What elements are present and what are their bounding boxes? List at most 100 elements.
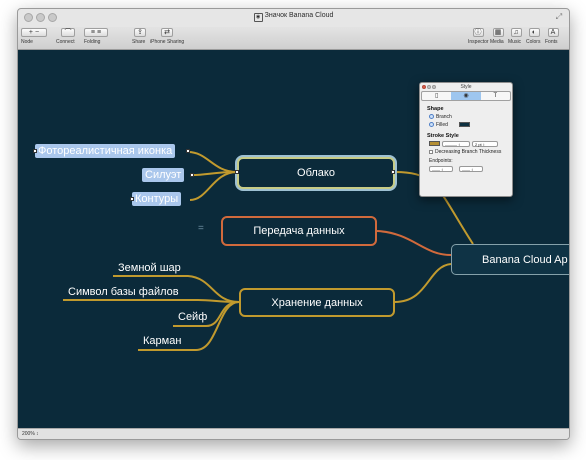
node-photo-left-handle[interactable]: [33, 149, 37, 153]
node-photo-icon[interactable]: Фотореалистичная иконка: [35, 144, 176, 158]
node-contours[interactable]: Контуры: [132, 192, 182, 206]
music-tool[interactable]: ♫ Music: [508, 28, 524, 45]
colors-icon: ◐: [531, 29, 537, 36]
decreasing-thickness-label: Decreasing Branch Thickness: [435, 148, 502, 155]
node-silhouette[interactable]: Силуэт: [142, 168, 185, 182]
tab-style[interactable]: ◉: [451, 92, 481, 100]
branch-label: Branch: [436, 113, 452, 120]
node-cloud[interactable]: Облако: [237, 157, 395, 189]
connect-tool[interactable]: ⌒ Connect: [56, 28, 80, 45]
style-panel-titlebar[interactable]: Style: [420, 83, 512, 91]
style-panel-minimize-button[interactable]: [427, 85, 431, 89]
fold-icon[interactable]: ≡: [91, 29, 95, 36]
fill-color-well[interactable]: [458, 122, 470, 127]
toolbar: + − Node ⌒ Connect ≡ ≡ Folding ⇪ Share ⇄…: [18, 27, 569, 50]
style-panel-zoom-button[interactable]: [432, 85, 436, 89]
link-cloud-photo: [187, 151, 238, 173]
endpoint-end-select[interactable]: —— ↕: [459, 165, 483, 172]
node-file-db[interactable]: Символ базы файлов: [68, 286, 179, 298]
filled-label: Filled: [436, 121, 448, 128]
tab-text[interactable]: T: [481, 92, 510, 100]
share-icon: ⇪: [137, 29, 143, 36]
node-safe[interactable]: Сейф: [178, 311, 207, 323]
stroke-row: ——— ↕ 2 pt ↕: [429, 140, 512, 147]
iphone-sharing-tool[interactable]: ⇄ iPhone Sharing: [150, 28, 184, 45]
branch-radio[interactable]: [429, 114, 434, 119]
node-contours-left-handle[interactable]: [130, 197, 134, 201]
toolbar-toggle-button[interactable]: ⤢: [554, 12, 564, 21]
media-tool-label: Media: [490, 39, 504, 45]
style-inspector-panel[interactable]: Style ▯ ◉ T Shape Branch Filled Stroke S…: [419, 82, 513, 197]
node-cloud-left-handle[interactable]: [235, 170, 239, 174]
share-tool-label: Share: [132, 39, 146, 45]
media-tool[interactable]: ▦ Media: [490, 28, 506, 45]
decreasing-thickness-option[interactable]: Decreasing Branch Thickness: [429, 148, 512, 155]
collapsed-branch-icon[interactable]: =: [198, 223, 204, 234]
folding-tool[interactable]: ≡ ≡ Folding: [84, 28, 108, 45]
status-bar: 200% ↕: [18, 428, 569, 439]
link-storage-filedb: [63, 299, 240, 303]
node-add-remove-buttons[interactable]: + −: [21, 28, 47, 37]
share-tool[interactable]: ⇪ Share: [132, 28, 148, 45]
iphone-sharing-tool-label: iPhone Sharing: [150, 39, 185, 45]
node-pocket[interactable]: Карман: [143, 335, 181, 347]
remove-node-icon[interactable]: −: [35, 29, 39, 36]
connect-tool-label: Connect: [56, 39, 75, 45]
inspector-icon: ⓘ: [474, 29, 482, 36]
folding-tool-label: Folding: [84, 39, 101, 45]
inspector-tool[interactable]: ⓘ Inspector: [468, 28, 489, 45]
document-icon: ◉: [253, 13, 263, 22]
inspector-tool-label: Inspector: [468, 39, 489, 45]
iphone-sharing-icon: ⇄: [164, 29, 170, 36]
style-panel-close-button[interactable]: [422, 85, 426, 89]
endpoints-row: —— ↕ —— ↕: [429, 165, 512, 172]
endpoint-start-select[interactable]: —— ↕: [429, 165, 453, 172]
colors-button[interactable]: ◐: [528, 28, 540, 37]
node-tool[interactable]: + − Node: [21, 28, 47, 45]
connect-button[interactable]: ⌒: [61, 28, 75, 37]
music-icon: ♫: [513, 29, 519, 36]
unfold-icon[interactable]: ≡: [97, 29, 101, 36]
colors-tool[interactable]: ◐ Colors: [526, 28, 542, 45]
node-cloud-right-handle[interactable]: [391, 170, 395, 174]
link-root-transfer: [376, 230, 452, 256]
stroke-style-heading: Stroke Style: [427, 133, 459, 139]
node-silhouette-right-handle[interactable]: [190, 173, 194, 177]
add-node-icon[interactable]: +: [29, 29, 33, 36]
iphone-sharing-button[interactable]: ⇄: [161, 28, 173, 37]
zoom-selector[interactable]: 200% ↕: [22, 431, 39, 437]
app-window: ◉ Значок Banana Cloud ⤢ + − Node ⌒ Connec…: [17, 8, 570, 440]
stroke-color-well[interactable]: [429, 141, 440, 146]
fonts-tool[interactable]: A Fonts: [545, 28, 561, 45]
stroke-width-select[interactable]: 2 pt ↕: [472, 140, 498, 147]
window-title: ◉ Значок Banana Cloud: [18, 12, 569, 22]
node-storage[interactable]: Хранение данных: [239, 288, 395, 317]
decreasing-thickness-checkbox[interactable]: [429, 149, 433, 154]
style-panel-tabs: ▯ ◉ T: [421, 91, 511, 101]
shape-heading: Shape: [427, 106, 444, 112]
colors-tool-label: Colors: [526, 39, 541, 45]
filled-radio[interactable]: [429, 122, 434, 127]
node-globe[interactable]: Земной шар: [118, 262, 181, 274]
link-cloud-contours: [189, 171, 238, 201]
music-button[interactable]: ♫: [510, 28, 522, 37]
fonts-icon: A: [550, 29, 556, 36]
connect-icon: ⌒: [64, 29, 72, 36]
shape-filled-option[interactable]: Filled: [429, 121, 512, 128]
style-panel-window-buttons[interactable]: [422, 85, 436, 89]
node-transfer[interactable]: Передача данных: [221, 216, 377, 246]
share-button[interactable]: ⇪: [134, 28, 146, 37]
tab-document[interactable]: ▯: [422, 92, 451, 100]
folding-buttons[interactable]: ≡ ≡: [84, 28, 108, 37]
shape-branch-option[interactable]: Branch: [429, 113, 512, 120]
node-root[interactable]: Banana Cloud Ap: [451, 244, 569, 275]
stroke-line-select[interactable]: ——— ↕: [442, 140, 470, 147]
window-title-text: Значок Banana Cloud: [264, 12, 334, 19]
title-bar: ◉ Значок Banana Cloud ⤢: [18, 9, 569, 27]
fonts-button[interactable]: A: [547, 28, 559, 37]
node-photo-right-handle[interactable]: [186, 149, 190, 153]
link-root-storage: [394, 263, 452, 303]
inspector-button[interactable]: ⓘ: [472, 28, 484, 37]
media-button[interactable]: ▦: [492, 28, 504, 37]
style-panel-title: Style: [460, 84, 472, 90]
